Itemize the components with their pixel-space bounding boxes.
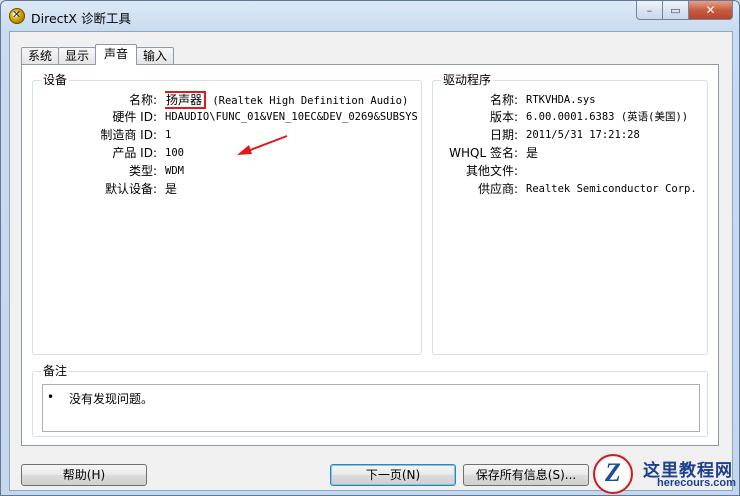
minimize-icon: – bbox=[646, 3, 653, 17]
notes-bullet: • bbox=[47, 390, 55, 404]
device-row-manufacturer-id: 制造商 ID: 1 bbox=[33, 126, 421, 144]
driver-date-label: 日期: bbox=[489, 128, 518, 142]
device-name-label: 名称: bbox=[128, 93, 157, 107]
driver-date-value: 2011/5/31 17:21:28 bbox=[526, 129, 640, 141]
tab-system[interactable]: 系统 bbox=[21, 47, 60, 65]
help-button[interactable]: 帮助(H) bbox=[21, 464, 147, 486]
notes-item: 没有发现问题。 bbox=[69, 392, 154, 406]
driver-group: 驱动程序 名称: RTKVHDA.sys 版本: 6.00.0001.6383 … bbox=[432, 72, 708, 355]
driver-name-label: 名称: bbox=[489, 93, 518, 107]
window-title: DirectX 诊断工具 bbox=[31, 11, 131, 26]
device-group-title: 设备 bbox=[41, 72, 70, 88]
tab-sound[interactable]: 声音 bbox=[95, 44, 138, 65]
minimize-button[interactable]: – bbox=[636, 1, 663, 20]
notes-textbox[interactable]: • 没有发现问题。 bbox=[42, 384, 700, 432]
tab-strip: 系统 显示 声音 输入 bbox=[21, 44, 175, 65]
caption-buttons: – ▭ ✕ bbox=[636, 1, 733, 21]
driver-row-other-files: 其他文件: bbox=[433, 162, 707, 180]
device-row-default: 默认设备: 是 bbox=[33, 180, 421, 198]
watermark-url: herecours.com bbox=[657, 477, 736, 489]
maximize-icon: ▭ bbox=[670, 3, 681, 17]
driver-version-value: 6.00.0001.6383 (英语(美国)) bbox=[526, 111, 689, 123]
driver-row-name: 名称: RTKVHDA.sys bbox=[433, 91, 707, 109]
driver-row-whql: WHQL 签名: 是 bbox=[433, 144, 707, 162]
device-group: 设备 名称: 扬声器 (Realtek High Definition Audi… bbox=[32, 72, 422, 355]
manufacturer-id-value: 1 bbox=[165, 129, 172, 141]
product-id-label: 产品 ID: bbox=[112, 146, 157, 160]
driver-row-version: 版本: 6.00.0001.6383 (英语(美国)) bbox=[433, 108, 707, 126]
type-label: 类型: bbox=[128, 164, 157, 178]
tab-display[interactable]: 显示 bbox=[58, 47, 97, 65]
client-area: 系统 显示 声音 输入 设备 名称: 扬声器 (Realtek High Def… bbox=[9, 31, 733, 491]
title-bar[interactable]: DirectX 诊断工具 – ▭ ✕ bbox=[1, 1, 739, 31]
default-device-value: 是 bbox=[165, 182, 178, 196]
type-value: WDM bbox=[165, 165, 184, 177]
tab-input[interactable]: 输入 bbox=[136, 47, 175, 65]
next-page-button[interactable]: 下一页(N) bbox=[330, 464, 456, 486]
watermark-logo-icon bbox=[593, 454, 633, 494]
whql-value: 是 bbox=[526, 146, 539, 160]
save-all-info-button[interactable]: 保存所有信息(S)... bbox=[463, 464, 589, 486]
whql-label: WHQL 签名: bbox=[449, 146, 518, 160]
close-icon: ✕ bbox=[705, 3, 716, 17]
driver-row-provider: 供应商: Realtek Semiconductor Corp. bbox=[433, 180, 707, 198]
other-files-label: 其他文件: bbox=[465, 164, 518, 178]
driver-name-value: RTKVHDA.sys bbox=[526, 94, 596, 106]
product-id-value: 100 bbox=[165, 147, 184, 159]
notes-group-title: 备注 bbox=[41, 363, 70, 379]
device-row-type: 类型: WDM bbox=[33, 162, 421, 180]
device-row-name: 名称: 扬声器 (Realtek High Definition Audio) bbox=[33, 91, 421, 109]
driver-version-label: 版本: bbox=[489, 110, 518, 124]
hardware-id-value: HDAUDIO\FUNC_01&VEN_10EC&DEV_0269&SUBSYS… bbox=[165, 111, 417, 123]
driver-group-title: 驱动程序 bbox=[441, 72, 494, 88]
directx-icon bbox=[9, 8, 25, 24]
maximize-button[interactable]: ▭ bbox=[663, 1, 689, 20]
manufacturer-id-label: 制造商 ID: bbox=[100, 128, 157, 142]
directx-diagnostic-window: DirectX 诊断工具 – ▭ ✕ 系统 显示 声音 输入 设备 名 bbox=[0, 0, 740, 496]
annotation-arrow-icon bbox=[237, 135, 288, 155]
sound-tab-panel: 设备 名称: 扬声器 (Realtek High Definition Audi… bbox=[21, 64, 719, 446]
provider-value: Realtek Semiconductor Corp. bbox=[526, 183, 697, 195]
provider-label: 供应商: bbox=[477, 182, 518, 196]
close-button[interactable]: ✕ bbox=[689, 1, 733, 20]
watermark: 这里教程网 herecours.com bbox=[591, 452, 740, 496]
device-name-detail: (Realtek High Definition Audio) bbox=[206, 95, 409, 107]
device-row-hardware-id: 硬件 ID: HDAUDIO\FUNC_01&VEN_10EC&DEV_0269… bbox=[33, 108, 421, 126]
device-row-product-id: 产品 ID: 100 bbox=[33, 144, 421, 162]
default-device-label: 默认设备: bbox=[104, 182, 157, 196]
notes-group: 备注 • 没有发现问题。 bbox=[32, 363, 708, 437]
driver-row-date: 日期: 2011/5/31 17:21:28 bbox=[433, 126, 707, 144]
speaker-highlight: 扬声器 bbox=[165, 91, 207, 109]
hardware-id-label: 硬件 ID: bbox=[112, 110, 157, 124]
